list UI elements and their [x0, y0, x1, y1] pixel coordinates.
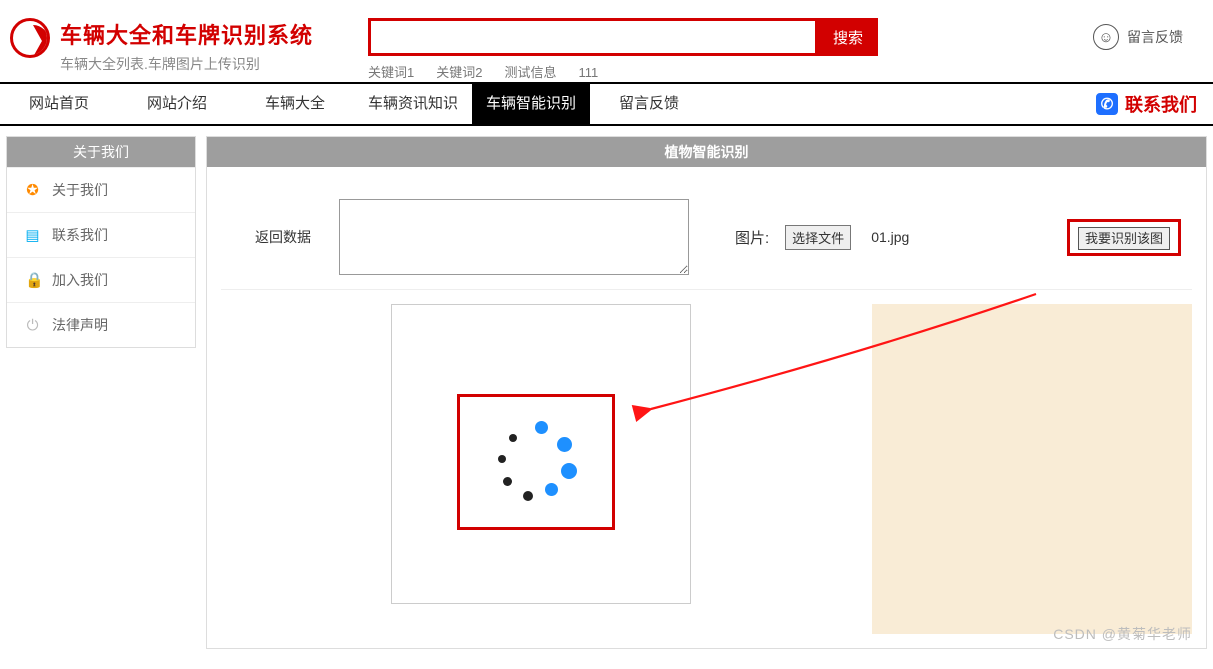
- info-icon: ✪: [25, 181, 40, 199]
- image-zone: [221, 304, 1192, 634]
- return-data-label: 返回数据: [243, 227, 323, 247]
- file-name: 01.jpg: [871, 229, 909, 245]
- logo-icon: [10, 18, 50, 58]
- phone-icon: ✆: [1095, 92, 1119, 116]
- sidebar-title: 关于我们: [7, 137, 195, 167]
- keyword-link[interactable]: 111: [578, 65, 598, 80]
- feedback-link[interactable]: ☺ 留言反馈: [1093, 24, 1183, 50]
- contact-us-link[interactable]: ✆ 联系我们: [1095, 84, 1213, 124]
- contact-us-label: 联系我们: [1125, 91, 1197, 117]
- nav-list: 网站首页网站介绍车辆大全车辆资讯知识车辆智能识别留言反馈: [0, 84, 708, 124]
- site-subtitle: 车辆大全列表.车牌图片上传识别: [60, 54, 313, 74]
- image-label: 图片:: [735, 227, 769, 248]
- sidebar-item-1[interactable]: ▤ 联系我们: [7, 212, 195, 257]
- search-bar: 搜索: [368, 18, 878, 56]
- watermark: CSDN @黄菊华老师: [1053, 624, 1192, 644]
- keyword-link[interactable]: 关键词1: [368, 65, 414, 80]
- main-panel: 植物智能识别 返回数据 图片: 选择文件 01.jpg 我要识别该图: [206, 136, 1207, 649]
- main-title: 植物智能识别: [207, 137, 1206, 167]
- search-input[interactable]: [368, 18, 818, 56]
- loading-highlight: [457, 394, 615, 530]
- return-data-textarea[interactable]: [339, 199, 689, 275]
- sidebar-item-label: 关于我们: [52, 180, 108, 200]
- keyword-link[interactable]: 测试信息: [504, 65, 556, 80]
- sidebar-item-label: 法律声明: [52, 315, 108, 335]
- search-button[interactable]: 搜索: [818, 18, 878, 56]
- nav-item-5[interactable]: 留言反馈: [590, 84, 708, 124]
- loading-spinner-icon: [491, 417, 581, 507]
- site-title: 车辆大全和车牌识别系统: [60, 18, 313, 50]
- feedback-label: 留言反馈: [1127, 27, 1183, 47]
- sidebar-item-2[interactable]: 🔒 加入我们: [7, 257, 195, 302]
- nav-item-4[interactable]: 车辆智能识别: [472, 84, 590, 124]
- keyword-row: 关键词1 关键词2 测试信息 111: [368, 62, 878, 81]
- recognize-button[interactable]: 我要识别该图: [1078, 227, 1170, 250]
- nav-item-1[interactable]: 网站介绍: [118, 84, 236, 124]
- nav-item-3[interactable]: 车辆资讯知识: [354, 84, 472, 124]
- power-icon: ⏻: [25, 317, 40, 334]
- result-placeholder: [872, 304, 1192, 634]
- keyword-link[interactable]: 关键词2: [436, 65, 482, 80]
- nav-item-2[interactable]: 车辆大全: [236, 84, 354, 124]
- lock-icon: 🔒: [25, 271, 40, 289]
- sidebar-item-3[interactable]: ⏻ 法律声明: [7, 302, 195, 347]
- choose-file-button[interactable]: 选择文件: [785, 225, 851, 250]
- sidebar-item-label: 加入我们: [52, 270, 108, 290]
- nav-item-0[interactable]: 网站首页: [0, 84, 118, 124]
- card-icon: ▤: [25, 226, 40, 244]
- logo-block: 车辆大全和车牌识别系统 车辆大全列表.车牌图片上传识别: [10, 18, 350, 74]
- form-row: 返回数据 图片: 选择文件 01.jpg 我要识别该图: [221, 185, 1192, 290]
- sidebar: 关于我们 ✪ 关于我们 ▤ 联系我们 🔒 加入我们 ⏻ 法律声明: [6, 136, 196, 348]
- sidebar-item-label: 联系我们: [52, 225, 108, 245]
- sidebar-item-0[interactable]: ✪ 关于我们: [7, 167, 195, 212]
- headset-icon: ☺: [1093, 24, 1119, 50]
